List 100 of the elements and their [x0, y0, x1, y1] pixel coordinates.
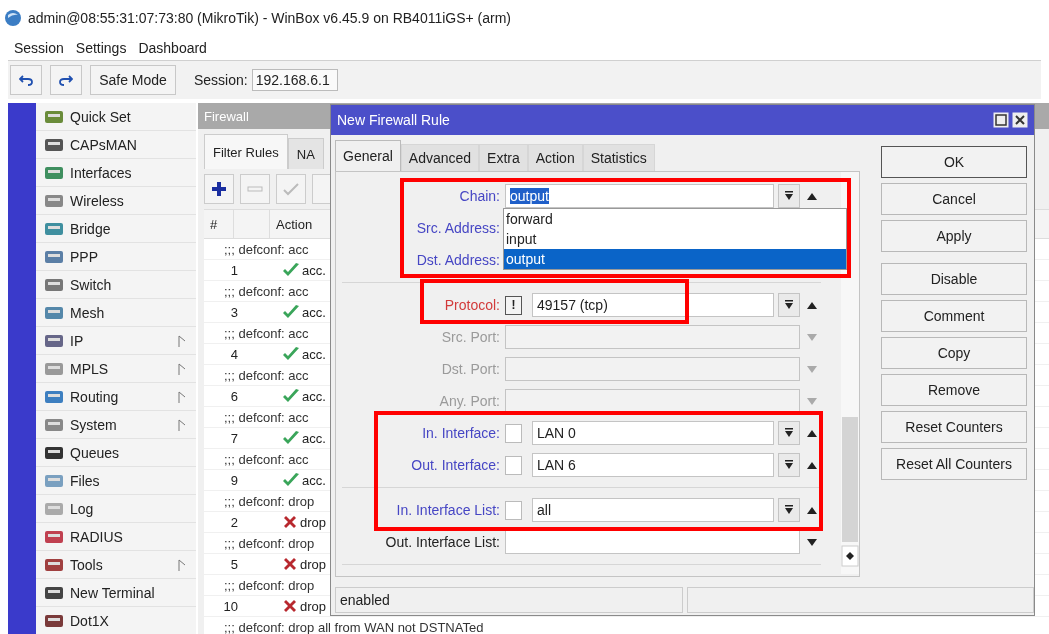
redo-button[interactable] [50, 65, 82, 95]
dropdown-button[interactable] [778, 453, 800, 477]
sidebar-item[interactable]: PPP [36, 243, 196, 271]
dropdown-button[interactable] [778, 498, 800, 522]
dialog-title: New Firewall Rule [337, 112, 450, 128]
field-label: Src. Port: [440, 329, 500, 345]
sidebar-label: New Terminal [70, 584, 156, 601]
dropdown-button[interactable] [778, 293, 800, 317]
tab[interactable]: Filter Rules [204, 134, 288, 169]
dialog-button[interactable]: Apply [881, 220, 1027, 252]
dialog-button[interactable]: OK [881, 146, 1027, 178]
dropdown-button[interactable] [778, 184, 800, 208]
menu-item[interactable]: Dashboard [138, 40, 207, 56]
sidebar-item[interactable]: Log [36, 495, 196, 523]
sidebar-item[interactable]: RADIUS [36, 523, 196, 551]
up-arrow-icon[interactable] [807, 192, 817, 200]
tab[interactable]: Action [527, 144, 583, 171]
up-arrow-icon[interactable] [807, 506, 817, 514]
sidebar-label: Mesh [70, 304, 106, 321]
minus-icon [247, 186, 263, 192]
sidebar-item[interactable]: Bridge [36, 215, 196, 243]
sidebar-item[interactable]: Files [36, 467, 196, 495]
sidebar-label: IP [70, 332, 85, 349]
column-header[interactable]: # [204, 210, 234, 238]
maximize-icon[interactable] [993, 112, 1009, 128]
sidebar-item[interactable]: IP [36, 327, 196, 355]
rule-action: acc. [302, 430, 326, 446]
dialog-button[interactable]: Comment [881, 300, 1027, 332]
cross-icon [282, 556, 298, 572]
add-button[interactable] [204, 174, 234, 204]
rule-comment: ;;; defconf: acc [223, 283, 309, 299]
sidebar-item[interactable]: Interfaces [36, 159, 196, 187]
up-arrow-icon[interactable] [807, 429, 817, 437]
sidebar-item[interactable]: Dot1X [36, 607, 196, 634]
rule-action: acc. [302, 262, 326, 278]
field-label: Out. Interface List: [384, 534, 500, 550]
sidebar-item[interactable]: Mesh [36, 299, 196, 327]
sidebar-label: System [70, 416, 118, 433]
sidebar-item[interactable]: New Terminal [36, 579, 196, 607]
up-arrow-icon[interactable] [807, 461, 817, 469]
down-arrow-icon[interactable] [807, 538, 817, 546]
sidebar-label: RADIUS [70, 528, 124, 545]
sidebar-item[interactable]: CAPsMAN [36, 131, 196, 159]
check-icon [282, 388, 300, 404]
rule-comment: ;;; defconf: drop [223, 493, 315, 509]
dialog-button[interactable]: Copy [881, 337, 1027, 369]
input-field[interactable]: 49157 (tcp) [532, 293, 774, 317]
sidebar-label: Switch [70, 276, 113, 293]
dropdown-icon [784, 460, 794, 470]
dialog-button[interactable]: Disable [881, 263, 1027, 295]
dialog-button[interactable]: Reset All Counters [881, 448, 1027, 480]
sidebar-item[interactable]: MPLS [36, 355, 196, 383]
session-label: Session: [194, 72, 248, 88]
rule-comment: ;;; defconf: acc [223, 451, 309, 467]
tab[interactable]: Statistics [582, 144, 655, 171]
safe-mode-button[interactable]: Safe Mode [90, 65, 176, 95]
undo-button[interactable] [10, 65, 42, 95]
field-label: Any. Port: [438, 393, 500, 409]
negate-checkbox[interactable] [505, 423, 522, 443]
tab[interactable]: NA [287, 138, 324, 169]
sidebar-item[interactable]: Quick Set [36, 103, 196, 131]
menu-item[interactable]: Session [14, 40, 64, 56]
redo-icon [59, 74, 73, 86]
input-field[interactable]: output [505, 184, 774, 208]
sidebar-item[interactable]: Switch [36, 271, 196, 299]
input-field[interactable]: LAN 6 [532, 453, 774, 477]
dialog-button[interactable]: Remove [881, 374, 1027, 406]
sidebar-label: Quick Set [70, 108, 132, 125]
negate-checkbox[interactable] [505, 500, 522, 520]
sidebar-item[interactable]: Wireless [36, 187, 196, 215]
session-field[interactable]: 192.168.6.1 [251, 69, 338, 91]
negate-checkbox[interactable]: ! [505, 295, 522, 315]
sidebar-label: Interfaces [70, 164, 133, 181]
menu-item[interactable]: Settings [75, 40, 127, 56]
input-field[interactable]: all [532, 498, 774, 522]
dropdown-icon [784, 428, 794, 438]
window-title: admin@08:55:31:07:73:80 (MikroTik) - WinBox v6.45.9 on RB4011iGS+ (arm) [28, 10, 512, 26]
tab[interactable]: Extra [479, 144, 528, 171]
input-field[interactable] [505, 530, 800, 554]
sidebar-label: Log [70, 500, 95, 517]
rule-number: 10 [222, 598, 238, 614]
sidebar-item[interactable]: Routing [36, 383, 196, 411]
dialog-button[interactable]: Reset Counters [881, 411, 1027, 443]
close-icon[interactable] [1012, 112, 1028, 128]
check-icon [282, 304, 300, 320]
tab[interactable]: Advanced [400, 144, 480, 171]
sidebar-item[interactable]: Queues [36, 439, 196, 467]
field-label: Dst. Port: [440, 361, 500, 377]
tab[interactable]: General [335, 140, 401, 171]
dropdown-option[interactable]: output [504, 249, 846, 269]
check-icon [282, 430, 300, 446]
sidebar-item[interactable]: Tools [36, 551, 196, 579]
sidebar-item[interactable]: System [36, 411, 196, 439]
dialog-button[interactable]: Cancel [881, 183, 1027, 215]
input-field[interactable]: LAN 0 [532, 421, 774, 445]
up-arrow-icon[interactable] [807, 301, 817, 309]
negate-checkbox[interactable] [505, 455, 522, 475]
dropdown-icon [784, 505, 794, 515]
dropdown-button[interactable] [778, 421, 800, 445]
sidebar-label: Bridge [70, 220, 112, 237]
